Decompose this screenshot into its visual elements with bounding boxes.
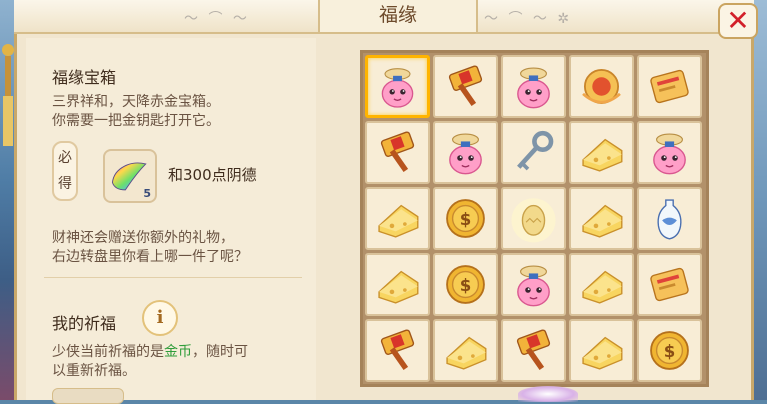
gold-coin-icon: $ — [446, 199, 485, 238]
treasure-description: 三界祥和，天降赤金宝箱。 你需要一把金钥匙打开它。 — [52, 94, 220, 129]
must-get-tag: 必 得 — [52, 141, 78, 201]
grid-cell-cheese-gold[interactable] — [569, 121, 634, 184]
cheese-gold-icon — [582, 204, 623, 238]
grid-cell-lucky-bag-pink[interactable] — [501, 55, 566, 118]
lucky-bag-pink-icon — [517, 265, 550, 307]
cheese-gold-icon — [446, 336, 487, 370]
golden-hammer-icon — [380, 131, 415, 173]
svg-text:$: $ — [460, 276, 472, 295]
cloud-decoration-icon: ～ ⌒ ～ — [184, 11, 250, 27]
extra-gift-description: 财神还会赠送你额外的礼物， 右边转盘里你看上哪一件了呢？ — [52, 230, 248, 265]
reward-text: 和300点阴德 — [168, 166, 257, 184]
grid-cell-cheese-gold[interactable] — [365, 187, 430, 250]
grid-cell-cheese-gold[interactable] — [569, 319, 634, 382]
page-title: 福缘 — [318, 0, 478, 32]
gold-coin-icon: $ — [650, 331, 689, 370]
golden-hammer-icon — [448, 65, 483, 107]
title-bar: ～ ⌒ ～ 福缘 ～ ⌒ ～ ✲ — [14, 0, 754, 34]
svg-text:$: $ — [460, 210, 472, 229]
info-button[interactable]: i — [142, 300, 178, 336]
grid-cell-golden-egg[interactable] — [501, 187, 566, 250]
cheese-gold-icon — [378, 270, 419, 304]
golden-hammer-icon — [516, 329, 551, 371]
blessing-description: 少侠当前祈福的是金币，随时可 以重新祈福。 — [52, 343, 248, 381]
grid-cell-lucky-bag-pink[interactable] — [637, 121, 702, 184]
divider — [44, 277, 302, 278]
grid-cell-cheese-gold[interactable] — [569, 187, 634, 250]
close-button[interactable]: ✕ — [718, 3, 758, 39]
lucky-bag-pink-icon — [381, 68, 414, 108]
grid-cell-cheese-gold[interactable] — [365, 253, 430, 316]
grid-cell-lucky-bag-pink[interactable] — [365, 55, 430, 118]
cheese-gold-icon — [582, 138, 623, 172]
grid-cell-silver-key[interactable] — [501, 121, 566, 184]
grid-cell-gold-coin[interactable]: $ — [433, 253, 498, 316]
grid-cell-cheese-gold[interactable] — [569, 253, 634, 316]
cloud-decoration-icon: ～ ⌒ ～ ✲ — [484, 11, 573, 27]
cheese-gold-icon — [582, 270, 623, 304]
reward-grid: $ $ $ — [360, 50, 709, 387]
grid-cell-porcelain-vase[interactable] — [637, 187, 702, 250]
lucky-bag-pink-icon — [517, 67, 550, 109]
tassel-ornament-icon — [2, 44, 14, 146]
silver-key-icon — [517, 130, 554, 171]
lucky-bag-pink-icon — [653, 133, 686, 175]
grid-cell-cheese-gold[interactable] — [433, 319, 498, 382]
golden-egg-icon — [511, 198, 556, 243]
grid-cell-scroll[interactable] — [637, 55, 702, 118]
cheese-gold-icon — [378, 204, 419, 238]
rebless-button[interactable] — [52, 388, 124, 404]
cheese-gold-icon — [582, 336, 623, 370]
treasure-title: 福缘宝箱 — [52, 68, 117, 87]
red-gem-coin-icon — [582, 68, 621, 105]
grid-cell-golden-hammer[interactable] — [365, 121, 430, 184]
lucky-bag-pink-icon — [449, 133, 482, 175]
svg-text:$: $ — [664, 342, 676, 361]
scroll-icon — [650, 267, 689, 302]
grid-cell-golden-hammer[interactable] — [501, 319, 566, 382]
grid-cell-golden-hammer[interactable] — [365, 319, 430, 382]
grid-cell-lucky-bag-pink[interactable] — [433, 121, 498, 184]
grid-cell-lucky-bag-pink[interactable] — [501, 253, 566, 316]
grid-cell-golden-hammer[interactable] — [433, 55, 498, 118]
blessing-target-highlight: 金币 — [164, 344, 192, 360]
grid-cell-scroll[interactable] — [637, 253, 702, 316]
blessing-title: 我的祈福 — [52, 314, 117, 333]
rainbow-feather-item[interactable]: 5 — [103, 149, 157, 203]
grid-cell-red-gem-coin[interactable] — [569, 55, 634, 118]
golden-hammer-icon — [380, 329, 415, 371]
scroll-icon — [650, 69, 689, 104]
blessing-desc-prefix: 少侠当前祈福的是 — [52, 344, 164, 360]
gold-coin-icon: $ — [446, 265, 485, 304]
grid-cell-gold-coin[interactable]: $ — [637, 319, 702, 382]
item-count: 5 — [143, 187, 151, 200]
porcelain-vase-icon — [657, 199, 682, 240]
grid-cell-gold-coin[interactable]: $ — [433, 187, 498, 250]
must-get-label: 必 得 — [58, 150, 72, 192]
